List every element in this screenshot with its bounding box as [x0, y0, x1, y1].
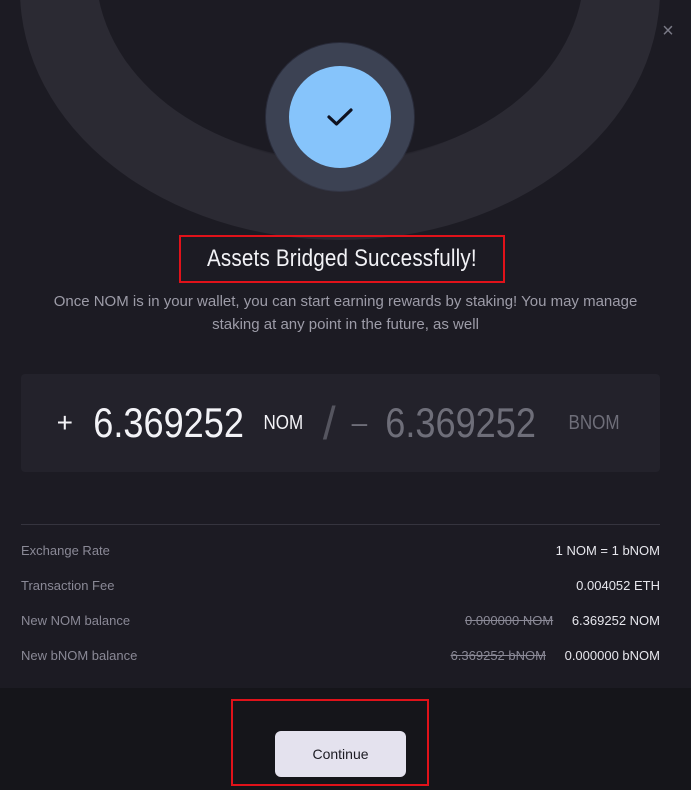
details-divider: [21, 524, 660, 525]
amount-separator: /: [322, 397, 336, 449]
sent-unit: BNOM: [568, 411, 620, 434]
old-balance: 0.000000 NOM: [465, 613, 554, 628]
transaction-details: Exchange Rate 1 NOM = 1 bNOM Transaction…: [21, 533, 660, 673]
checkmark-icon: [327, 108, 353, 126]
detail-label: New bNOM balance: [21, 648, 138, 663]
received-sign: +: [56, 407, 73, 438]
new-balance: 0.000000 bNOM: [564, 648, 660, 663]
close-icon[interactable]: ×: [659, 21, 677, 41]
received-unit: NOM: [263, 411, 304, 434]
modal-subtitle: Once NOM is in your wallet, you can star…: [53, 293, 638, 333]
amount-summary-card: + 6.369252 NOM / – 6.369252 BNOM: [21, 374, 660, 472]
detail-value: 0.004052 ETH: [576, 578, 660, 593]
detail-value-group: 1 NOM = 1 bNOM: [556, 543, 660, 558]
detail-value: 1 NOM = 1 bNOM: [555, 543, 660, 558]
detail-value-group: 0.000000 NOM 6.369252 NOM: [465, 613, 660, 628]
received-amount: 6.369252: [93, 399, 244, 446]
continue-button[interactable]: Continue: [275, 731, 406, 777]
new-balance: 6.369252 NOM: [571, 613, 660, 628]
detail-row-new-nom-balance: New NOM balance 0.000000 NOM 6.369252 NO…: [21, 603, 660, 638]
detail-label: New NOM balance: [21, 613, 131, 628]
detail-label: Transaction Fee: [21, 578, 115, 593]
detail-value-group: 6.369252 bNOM 0.000000 bNOM: [451, 648, 660, 663]
detail-row-new-bnom-balance: New bNOM balance 6.369252 bNOM 0.000000 …: [21, 638, 660, 673]
detail-value-group: 0.004052 ETH: [576, 578, 660, 593]
bridge-success-modal: × Assets Bridged Successfully! Once NOM …: [0, 0, 691, 688]
success-badge: [289, 66, 391, 168]
detail-label: Exchange Rate: [21, 543, 110, 558]
title-highlight-box: Assets Bridged Successfully!: [179, 235, 505, 283]
sent-amount: 6.369252: [385, 399, 537, 446]
sent-sign: –: [351, 407, 368, 438]
detail-row-exchange-rate: Exchange Rate 1 NOM = 1 bNOM: [21, 533, 660, 568]
old-balance: 6.369252 bNOM: [450, 648, 546, 663]
modal-title: Assets Bridged Successfully!: [207, 245, 477, 272]
detail-row-transaction-fee: Transaction Fee 0.004052 ETH: [21, 568, 660, 603]
